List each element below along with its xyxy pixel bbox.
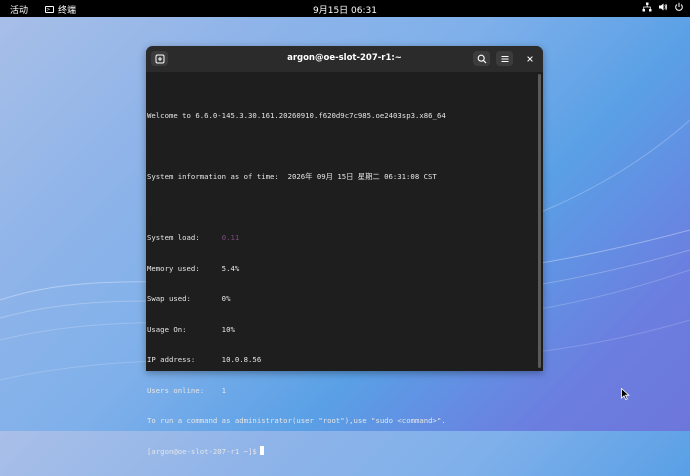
sysinfo-line: System information as of time: 2026年 09月… xyxy=(147,172,437,181)
search-button[interactable] xyxy=(473,51,490,66)
mouse-pointer-icon xyxy=(621,388,630,400)
prompt-line[interactable]: [argon@oe-slot-207-r1 ~]$ xyxy=(147,445,532,459)
text-cursor xyxy=(259,445,265,455)
welcome-line: Welcome to 6.6.0-145.3.30.161.20260910.f… xyxy=(147,111,446,120)
terminal-output[interactable]: Welcome to 6.6.0-145.3.30.161.20260910.f… xyxy=(147,92,532,476)
system-status-area[interactable] xyxy=(642,2,684,12)
close-icon xyxy=(526,55,533,62)
swap-line: Swap used: 0% xyxy=(147,294,231,303)
app-menu-button[interactable]: >_ 终端 xyxy=(45,3,76,16)
users-line: Users online: 1 xyxy=(147,385,227,395)
title-bar[interactable]: argon@oe-slot-207-r1:~ xyxy=(146,46,543,72)
hint-line: To run a command as administrator(user "… xyxy=(147,416,446,425)
hamburger-menu-icon xyxy=(501,55,508,62)
activities-button[interactable]: 活动 xyxy=(10,3,28,16)
menu-button[interactable] xyxy=(496,51,513,66)
scrollbar[interactable] xyxy=(538,74,541,368)
clock[interactable]: 9月15日 06:31 xyxy=(313,6,377,16)
system-load-label: System load: xyxy=(147,233,222,242)
terminal-icon: >_ xyxy=(45,6,54,13)
terminal-window[interactable]: argon@oe-slot-207-r1:~ Welcome to 6.6.0-… xyxy=(146,46,543,456)
system-load-value: 0.11 xyxy=(221,233,240,242)
new-tab-button[interactable] xyxy=(151,51,168,66)
memory-line: Memory used: 5.4% xyxy=(147,263,240,273)
volume-icon xyxy=(659,3,668,11)
search-icon xyxy=(477,54,486,63)
ip-line: IP address: 10.0.8.56 xyxy=(147,355,262,364)
power-icon xyxy=(675,2,683,11)
new-tab-icon xyxy=(155,54,164,63)
top-bar: 活动 >_ 终端 9月15日 06:31 xyxy=(0,0,690,17)
usage-line: Usage On: 10% xyxy=(147,324,235,334)
shell-prompt: [argon@oe-slot-207-r1 ~]$ xyxy=(147,446,257,456)
network-icon xyxy=(642,2,652,12)
system-load-line: System load: 0.11 xyxy=(147,232,532,245)
clock-container: 9月15日 06:31 xyxy=(0,3,690,16)
close-button[interactable] xyxy=(522,51,537,66)
app-name: 终端 xyxy=(58,6,77,16)
